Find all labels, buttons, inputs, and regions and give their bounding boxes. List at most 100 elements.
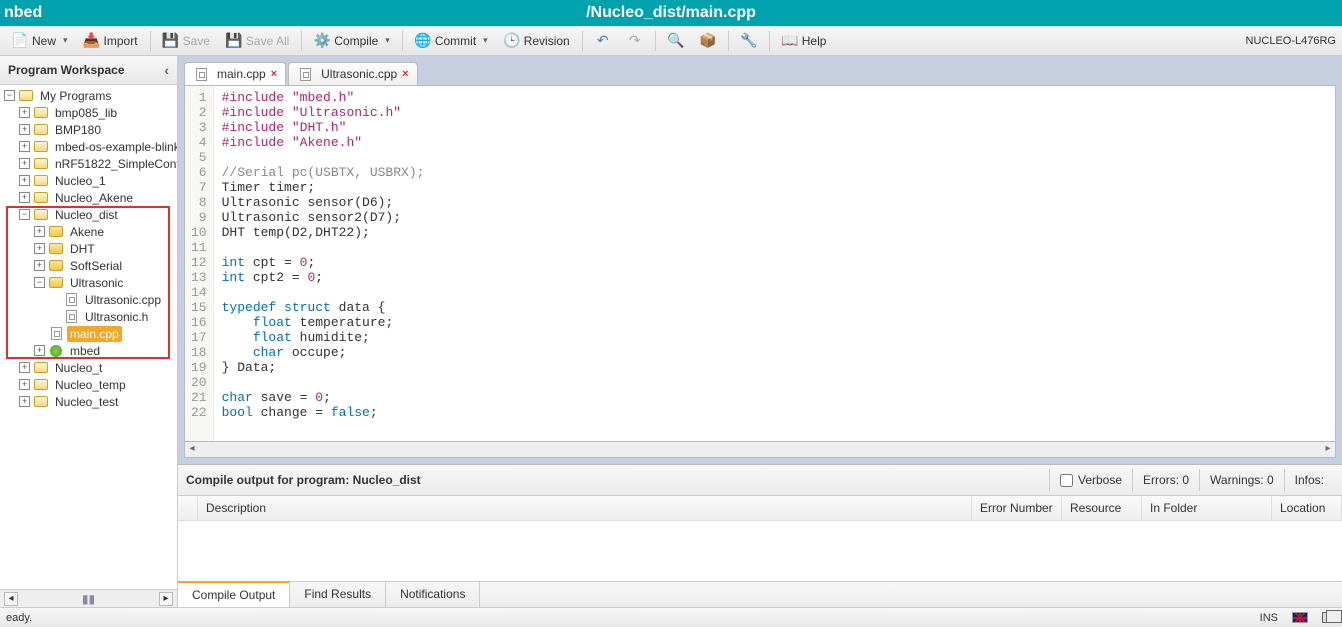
tool-button[interactable]: 🔧: [734, 29, 764, 53]
verbose-toggle[interactable]: Verbose: [1049, 469, 1132, 491]
commit-icon: 🌐: [415, 33, 431, 49]
save-all-button[interactable]: 💾Save All: [219, 29, 296, 53]
code-content[interactable]: #include "mbed.h"#include "Ultrasonic.h"…: [214, 86, 1335, 441]
tree-node[interactable]: Ultrasonic.h: [0, 308, 177, 325]
import-icon: 📥: [84, 33, 100, 49]
sidebar-header: Program Workspace ‹: [0, 56, 177, 85]
find-button[interactable]: 🔍: [661, 29, 691, 53]
expand-icon[interactable]: +: [19, 396, 30, 407]
warnings-count[interactable]: Warnings: 0: [1199, 469, 1284, 491]
tree-node[interactable]: +Nucleo_1: [0, 172, 177, 189]
file-ico-icon: [63, 293, 79, 307]
tree-node[interactable]: +bmp085_lib: [0, 104, 177, 121]
tree-node[interactable]: +Nucleo_temp: [0, 376, 177, 393]
expand-icon[interactable]: +: [34, 260, 45, 271]
expand-icon[interactable]: +: [34, 345, 45, 356]
tree-node[interactable]: + nRF51822_SimpleControls: [0, 155, 177, 172]
screens-icon[interactable]: [1322, 612, 1336, 623]
scroll-right-icon[interactable]: ▸: [1321, 443, 1335, 457]
scroll-right-icon[interactable]: ▸: [159, 592, 173, 606]
output-tab[interactable]: Compile Output: [178, 581, 290, 607]
tree-label: Nucleo_dist: [52, 207, 121, 223]
save-button[interactable]: 💾Save: [156, 29, 217, 53]
collapse-icon[interactable]: −: [19, 209, 30, 220]
tree-node[interactable]: + BMP180: [0, 121, 177, 138]
col-in-folder[interactable]: In Folder: [1142, 496, 1272, 520]
mbed-ico-icon: [48, 344, 64, 358]
tree-node[interactable]: main.cpp: [0, 325, 177, 342]
close-tab-icon[interactable]: ×: [402, 68, 408, 80]
collapse-sidebar-button[interactable]: ‹: [164, 62, 169, 78]
undo-button[interactable]: ↶: [588, 29, 618, 53]
code-editor[interactable]: 12345678910111213141516171819202122 #inc…: [184, 85, 1336, 442]
col-resource[interactable]: Resource: [1062, 496, 1142, 520]
editor-tab[interactable]: Ultrasonic.cpp×: [288, 62, 417, 85]
help-button[interactable]: 📖 Help: [775, 29, 834, 53]
expand-icon[interactable]: +: [19, 107, 30, 118]
uk-flag-icon[interactable]: [1292, 612, 1308, 623]
help-label: Help: [802, 34, 827, 48]
project-tree[interactable]: −My Programs+bmp085_lib+BMP180+mbed-os-e…: [0, 85, 177, 589]
editor-tab[interactable]: main.cpp ×: [184, 62, 286, 85]
tab-label: main.cpp: [217, 67, 266, 81]
format-button[interactable]: 📦: [693, 29, 723, 53]
verbose-checkbox[interactable]: [1060, 474, 1073, 487]
tree-node[interactable]: +mbed-os-example-blinky: [0, 138, 177, 155]
expand-icon[interactable]: +: [19, 379, 30, 390]
expand-icon[interactable]: +: [19, 124, 30, 135]
compile-label: Compile: [334, 34, 378, 48]
expand-icon[interactable]: +: [34, 226, 45, 237]
separator: [728, 31, 729, 51]
tree-label: nRF51822_SimpleControls: [52, 156, 177, 172]
errors-count[interactable]: Errors: 0: [1132, 469, 1199, 491]
insert-mode[interactable]: INS: [1260, 612, 1278, 624]
scroll-left-icon[interactable]: ◂: [185, 443, 199, 457]
output-grid-body: [178, 521, 1342, 581]
board-selector[interactable]: NUCLEO-L476RG: [1246, 35, 1336, 47]
tree-node[interactable]: +DHT: [0, 240, 177, 257]
expand-icon[interactable]: +: [19, 175, 30, 186]
expand-icon[interactable]: +: [19, 141, 30, 152]
tree-node[interactable]: Ultrasonic.cpp: [0, 291, 177, 308]
col-location[interactable]: Location: [1272, 496, 1342, 520]
scroll-left-icon[interactable]: ◂: [4, 592, 18, 606]
tree-node[interactable]: +Nucleo_test: [0, 393, 177, 410]
collapse-icon[interactable]: −: [4, 90, 15, 101]
revision-button[interactable]: 🕒Revision: [497, 29, 577, 53]
close-tab-icon[interactable]: ×: [271, 68, 277, 80]
expand-icon[interactable]: +: [19, 192, 30, 203]
new-button[interactable]: 📄New▾: [5, 29, 75, 53]
tree-label: Ultrasonic.h: [82, 309, 151, 325]
tree-node[interactable]: −Ultrasonic: [0, 274, 177, 291]
tree-node[interactable]: − Nucleo_dist: [0, 206, 177, 223]
tree-node[interactable]: +SoftSerial: [0, 257, 177, 274]
tree-label: BMP180: [52, 122, 104, 138]
book-icon: 📖: [782, 33, 798, 49]
compile-button[interactable]: ⚙️Compile▾: [307, 29, 397, 53]
output-tab[interactable]: Find Results: [290, 582, 386, 607]
tree-node[interactable]: +Akene: [0, 223, 177, 240]
infos-count[interactable]: Infos:: [1284, 469, 1334, 491]
collapse-icon[interactable]: −: [34, 277, 45, 288]
import-label: Import: [104, 34, 138, 48]
tree-node[interactable]: +Nucleo_Akene: [0, 189, 177, 206]
program-workspace-sidebar: Program Workspace ‹ −My Programs+bmp085_…: [0, 56, 178, 607]
expand-icon[interactable]: +: [19, 158, 30, 169]
file-path: /Nucleo_dist/main.cpp: [586, 4, 756, 22]
col-description[interactable]: Description: [198, 496, 972, 520]
binoculars-icon: 🔍: [668, 33, 684, 49]
redo-button[interactable]: ↷: [620, 29, 650, 53]
import-button[interactable]: 📥 Import: [77, 29, 145, 53]
editor-hscroll[interactable]: ◂ ▸: [184, 442, 1336, 458]
folder-ico-icon: [48, 276, 64, 290]
expand-icon[interactable]: +: [34, 243, 45, 254]
expand-icon[interactable]: +: [19, 362, 30, 373]
col-error-number[interactable]: Error Number: [972, 496, 1062, 520]
commit-button[interactable]: 🌐Commit▾: [408, 29, 495, 53]
prog-ico-icon: [18, 89, 34, 103]
tree-node[interactable]: −My Programs: [0, 87, 177, 104]
tree-node[interactable]: +Nucleo_t: [0, 359, 177, 376]
output-tab[interactable]: Notifications: [386, 582, 480, 607]
tree-node[interactable]: +mbed: [0, 342, 177, 359]
sidebar-hscroll[interactable]: ◂ ▮▮ ▸: [0, 589, 177, 607]
